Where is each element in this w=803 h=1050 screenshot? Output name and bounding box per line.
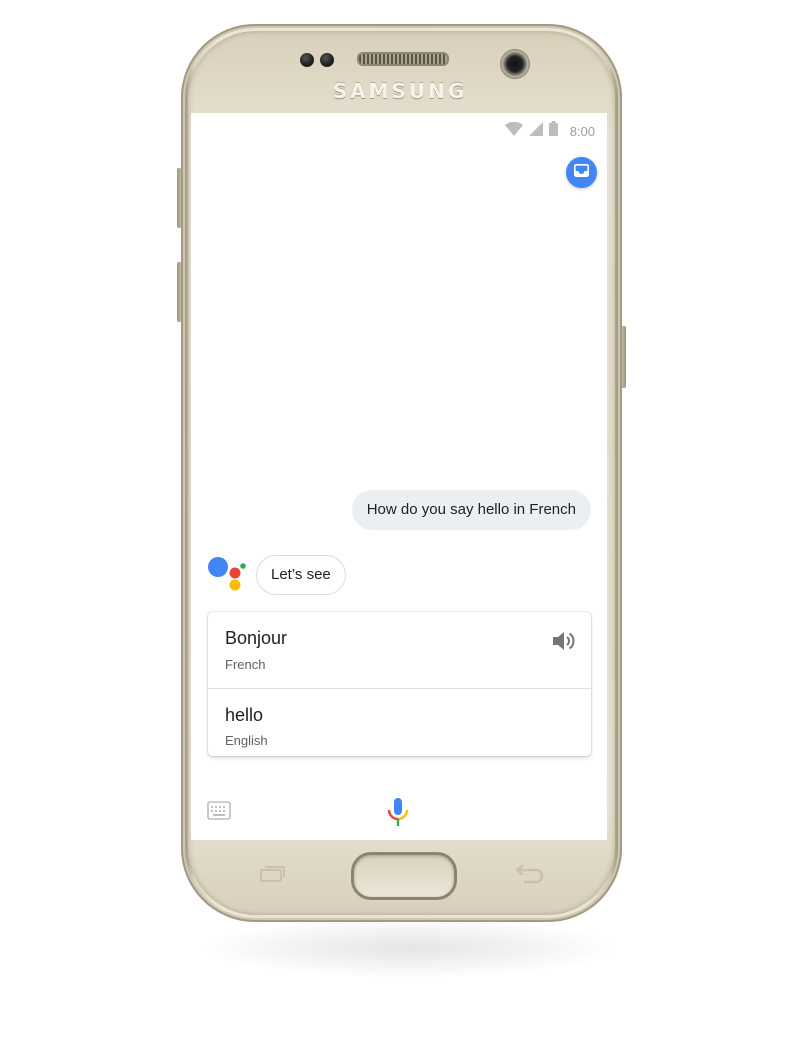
status-icons: 8:00 [504,121,595,141]
microphone-icon[interactable] [387,797,409,827]
source-language: French [225,657,266,672]
inbox-icon [574,163,589,182]
assistant-reply-bubble: Let’s see [256,555,346,595]
earpiece-speaker [357,52,449,66]
front-camera [500,49,530,79]
phone-shadow [200,918,620,978]
back-icon[interactable] [512,862,544,884]
translation-card: Bonjour French hello English [208,612,591,756]
inbox-button[interactable] [566,157,597,188]
status-bar: 8:00 [191,113,607,143]
signal-icon [528,121,543,141]
translation-source-row: Bonjour French [208,612,591,689]
translation-target-row: hello English [208,689,591,756]
proximity-sensor [300,53,314,67]
home-button[interactable] [351,852,457,900]
light-sensor [320,53,334,67]
target-word: hello [225,705,264,725]
source-word: Bonjour [225,628,288,648]
phone-screen: 8:00 How do you say hello in French Let’… [191,113,607,840]
speaker-icon[interactable] [551,630,575,652]
battery-icon [548,121,558,141]
target-language: English [225,733,268,748]
recents-icon[interactable] [260,866,286,882]
assistant-logo [206,553,246,593]
keyboard-icon[interactable] [207,801,231,821]
brand-logo: SAMSUNG [332,79,468,103]
status-time: 8:00 [569,123,595,139]
wifi-icon [504,121,523,141]
user-query-bubble: How do you say hello in French [351,490,591,530]
